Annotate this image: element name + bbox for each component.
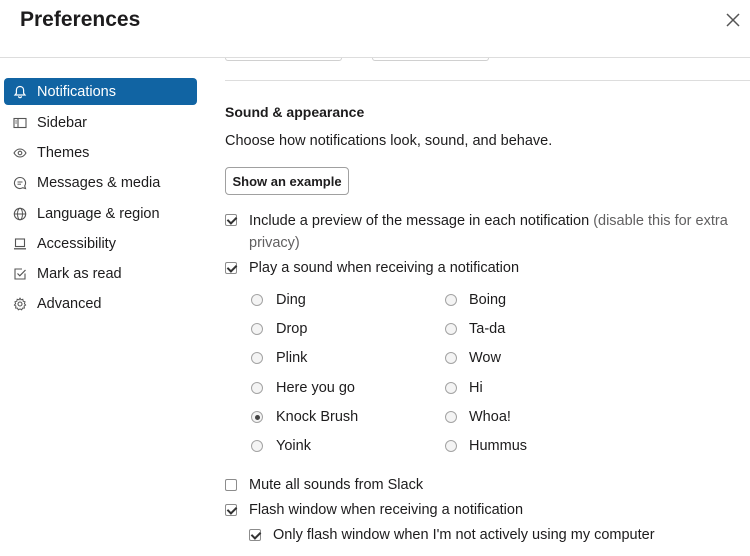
mute-checkbox[interactable] bbox=[225, 479, 237, 491]
sound-radio-knock-brush[interactable] bbox=[251, 411, 263, 423]
sound-label: Wow bbox=[469, 350, 501, 366]
sound-label: Here you go bbox=[276, 380, 355, 396]
sound-label: Hummus bbox=[469, 438, 528, 454]
preview-label: Include a preview of the message in each… bbox=[249, 210, 739, 232]
sidebar-icon bbox=[12, 115, 28, 131]
gear-icon bbox=[12, 296, 28, 312]
scrolled-button-edge bbox=[372, 58, 489, 61]
flash-only-checkbox[interactable] bbox=[249, 529, 261, 541]
section-title: Sound & appearance bbox=[225, 104, 365, 120]
sound-label: Yoink bbox=[276, 438, 311, 454]
sidebar-item-label: Accessibility bbox=[37, 235, 116, 252]
sound-label: Drop bbox=[276, 321, 308, 337]
sidebar-item-themes[interactable]: Themes bbox=[4, 139, 197, 166]
flash-only-label: Only flash window when I'm not actively … bbox=[273, 527, 655, 543]
sound-radio-hi[interactable] bbox=[445, 382, 457, 394]
sidebar-item-label: Mark as read bbox=[37, 265, 122, 282]
sidebar-item-label: Sidebar bbox=[37, 114, 87, 131]
sound-label: Whoa! bbox=[469, 409, 511, 425]
sound-label: Hi bbox=[469, 380, 483, 396]
sound-radio-ta-da[interactable] bbox=[445, 323, 457, 335]
sound-radio-ding[interactable] bbox=[251, 294, 263, 306]
flash-checkbox[interactable] bbox=[225, 504, 237, 516]
sidebar-item-accessibility[interactable]: Accessibility bbox=[4, 230, 197, 257]
play-sound-label: Play a sound when receiving a notificati… bbox=[249, 260, 520, 276]
sidebar-item-messages-media[interactable]: Messages & media bbox=[4, 169, 197, 196]
sound-label: Boing bbox=[469, 292, 507, 308]
sound-radio-wow[interactable] bbox=[445, 352, 457, 364]
sound-radio-hummus[interactable] bbox=[445, 440, 457, 452]
sidebar-item-sidebar[interactable]: Sidebar bbox=[4, 109, 197, 136]
close-icon bbox=[726, 13, 740, 27]
flash-label: Flash window when receiving a notificati… bbox=[249, 502, 524, 518]
play-sound-checkbox[interactable] bbox=[225, 262, 237, 274]
divider bbox=[225, 80, 750, 81]
sound-radio-here-you-go[interactable] bbox=[251, 382, 263, 394]
sidebar-item-label: Language & region bbox=[37, 205, 160, 222]
sidebar-item-advanced[interactable]: Advanced bbox=[4, 290, 197, 317]
message-icon bbox=[12, 175, 28, 191]
sidebar: Notifications Sidebar Themes Messages & … bbox=[0, 58, 206, 556]
header: Preferences bbox=[0, 0, 750, 58]
sidebar-item-label: Notifications bbox=[37, 83, 116, 100]
page-title: Preferences bbox=[20, 8, 141, 31]
preview-hint-cont: privacy) bbox=[249, 235, 300, 251]
sidebar-item-mark-as-read[interactable]: Mark as read bbox=[4, 260, 197, 287]
sidebar-item-label: Messages & media bbox=[37, 174, 161, 191]
sound-label: Ta-da bbox=[469, 321, 506, 337]
globe-icon bbox=[12, 206, 28, 222]
show-example-button[interactable]: Show an example bbox=[225, 167, 349, 195]
bell-icon bbox=[12, 84, 28, 100]
sound-label: Plink bbox=[276, 350, 308, 366]
preview-text: Include a preview of the message in each… bbox=[249, 213, 590, 229]
sidebar-item-notifications[interactable]: Notifications bbox=[4, 78, 197, 105]
section-description: Choose how notifications look, sound, an… bbox=[225, 133, 553, 149]
preview-hint: (disable this for extra bbox=[593, 213, 728, 229]
mute-label: Mute all sounds from Slack bbox=[249, 477, 424, 493]
sidebar-item-label: Advanced bbox=[37, 295, 102, 312]
preview-checkbox[interactable] bbox=[225, 214, 237, 226]
scrolled-button-edge bbox=[225, 58, 342, 61]
sound-radio-boing[interactable] bbox=[445, 294, 457, 306]
laptop-icon bbox=[12, 236, 28, 252]
close-button[interactable] bbox=[722, 9, 744, 31]
main-panel: Sound & appearance Choose how notificati… bbox=[206, 58, 750, 556]
sound-label: Ding bbox=[276, 292, 306, 308]
sound-radio-drop[interactable] bbox=[251, 323, 263, 335]
sidebar-item-label: Themes bbox=[37, 144, 90, 161]
check-square-icon bbox=[12, 266, 28, 282]
eye-icon bbox=[12, 145, 28, 161]
sidebar-item-language-region[interactable]: Language & region bbox=[4, 200, 197, 227]
sound-radio-whoa[interactable] bbox=[445, 411, 457, 423]
sound-radio-plink[interactable] bbox=[251, 352, 263, 364]
sound-label: Knock Brush bbox=[276, 409, 359, 425]
sound-radio-yoink[interactable] bbox=[251, 440, 263, 452]
